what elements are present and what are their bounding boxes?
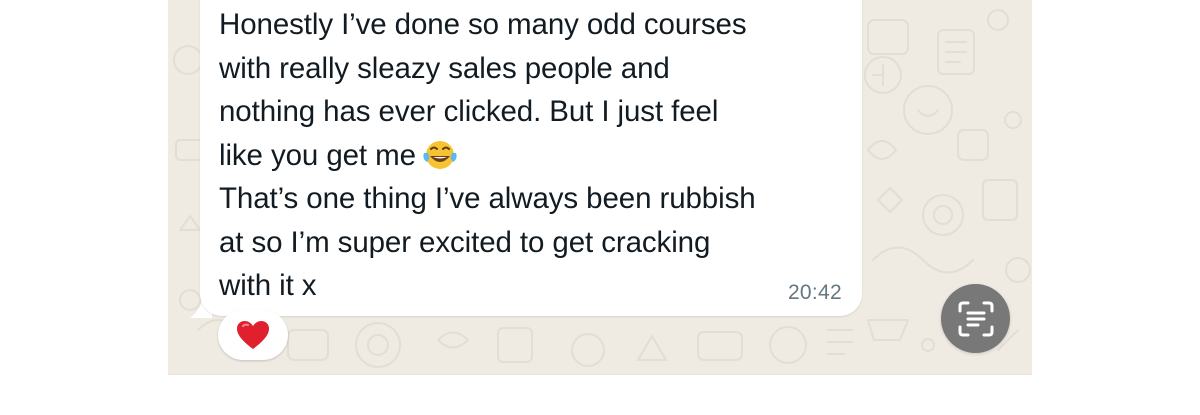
- screen: Honestly I’ve done so many odd courses w…: [0, 0, 1200, 415]
- incoming-message-bubble[interactable]: Honestly I’ve done so many odd courses w…: [200, 0, 862, 316]
- face-with-tears-of-joy-icon: [423, 140, 457, 169]
- message-line-text: like you get me: [219, 138, 416, 172]
- bottom-bar: [168, 374, 1032, 415]
- message-text: Honestly I’ve done so many odd courses w…: [219, 3, 849, 308]
- reaction-badge[interactable]: [218, 310, 288, 360]
- message-line: at so I’m super excited to get cracking: [219, 225, 711, 259]
- message-line: nothing has ever clicked. But I just fee…: [219, 95, 719, 128]
- scan-text-button[interactable]: [941, 284, 1010, 353]
- text-scan-icon: [958, 301, 993, 336]
- message-line: That’s one thing I’ve always been rubbis…: [219, 182, 756, 215]
- message-timestamp: 20:42: [787, 281, 842, 304]
- red-heart-icon: [237, 321, 269, 349]
- message-line: with really sleazy sales people and: [219, 51, 670, 85]
- message-line: with it x: [219, 269, 317, 302]
- message-line: Honestly I’ve done so many odd courses: [219, 8, 747, 41]
- message-line-with-emoji: like you get me: [219, 134, 849, 178]
